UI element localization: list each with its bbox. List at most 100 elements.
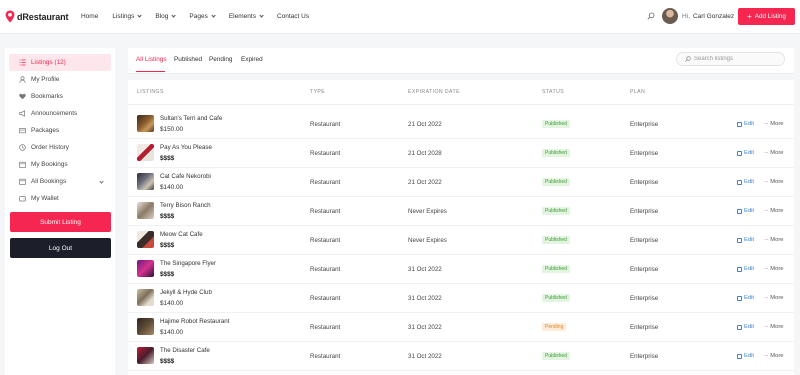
search-listings-input[interactable] bbox=[694, 56, 774, 62]
edit-listing-button[interactable]: Edit bbox=[737, 179, 754, 185]
more-options-button[interactable]: ··· More bbox=[764, 295, 784, 301]
nav-item-blog[interactable]: Blog bbox=[155, 13, 177, 20]
edit-label: Edit bbox=[744, 150, 754, 156]
listing-thumbnail[interactable] bbox=[137, 260, 154, 277]
search-listings-box[interactable] bbox=[676, 52, 785, 66]
sidebar-item-all-bookings[interactable]: All Bookings bbox=[9, 173, 111, 190]
listing-type: Restaurant bbox=[310, 150, 341, 157]
listing-title[interactable]: Hajime Robot Restaurant bbox=[160, 318, 229, 325]
listing-title[interactable]: Sultan's Terri and Cafe bbox=[160, 115, 222, 122]
edit-label: Edit bbox=[744, 324, 754, 330]
more-label: More bbox=[770, 353, 784, 359]
listing-title[interactable]: Cat Cafe Nekorobi bbox=[160, 173, 211, 180]
edit-icon bbox=[737, 150, 742, 156]
nav-item-pages[interactable]: Pages bbox=[189, 13, 216, 20]
tab-pending[interactable]: Pending bbox=[209, 56, 232, 63]
submit-listing-button[interactable]: Submit Listing bbox=[10, 212, 111, 232]
plus-icon: + bbox=[747, 11, 752, 21]
edit-listing-button[interactable]: Edit bbox=[737, 150, 754, 156]
top-header: dRestaurant Home Listings Blog Pages Ele… bbox=[0, 0, 800, 34]
listing-expiration: Never Expires bbox=[408, 208, 447, 215]
listing-plan: Enterprise bbox=[630, 179, 659, 186]
sidebar-item-label: All Bookings bbox=[31, 178, 67, 185]
listing-thumbnail[interactable] bbox=[137, 115, 154, 132]
listing-title[interactable]: Pay As You Please bbox=[160, 144, 212, 151]
search-icon[interactable] bbox=[647, 12, 655, 20]
sidebar-item-my-bookings[interactable]: My Bookings bbox=[9, 156, 111, 173]
edit-icon bbox=[737, 324, 742, 330]
sidebar-item-listings[interactable]: Listings (12) bbox=[9, 54, 111, 71]
table-row: The Disaster Cafe $$$$ Restaurant 31 Oct 20… bbox=[128, 342, 794, 371]
sidebar-item-label: My Profile bbox=[31, 76, 60, 83]
nav-item-listings[interactable]: Listings bbox=[112, 13, 143, 20]
more-label: More bbox=[770, 208, 784, 214]
edit-listing-button[interactable]: Edit bbox=[737, 266, 754, 272]
search-icon bbox=[685, 56, 691, 62]
listing-thumbnail[interactable] bbox=[137, 347, 154, 364]
active-tab-indicator bbox=[136, 71, 165, 72]
sidebar-item-my-profile[interactable]: My Profile bbox=[9, 71, 111, 88]
tab-expired[interactable]: Expired bbox=[241, 56, 263, 63]
sidebar-item-order-history[interactable]: Order History bbox=[9, 139, 111, 156]
more-options-button[interactable]: ··· More bbox=[764, 324, 784, 330]
tab-published[interactable]: Published bbox=[174, 56, 202, 63]
more-options-button[interactable]: ··· More bbox=[764, 179, 784, 185]
add-listing-button[interactable]: + Add Listing bbox=[738, 8, 795, 25]
listing-plan: Enterprise bbox=[630, 353, 659, 360]
table-row: Hajime Robot Restaurant $140.00 Restaurant… bbox=[128, 313, 794, 342]
user-greeting[interactable]: Hi, Carl Gonzalez bbox=[682, 13, 734, 20]
listing-plan: Enterprise bbox=[630, 295, 659, 302]
listing-plan: Enterprise bbox=[630, 208, 659, 215]
tab-all-listings[interactable]: All Listings bbox=[136, 56, 167, 63]
listing-title[interactable]: Jekyll & Hyde Club bbox=[160, 289, 212, 296]
more-options-button[interactable]: ··· More bbox=[764, 266, 784, 272]
edit-listing-button[interactable]: Edit bbox=[737, 324, 754, 330]
status-badge: Published bbox=[542, 352, 570, 360]
more-options-button[interactable]: ··· More bbox=[764, 353, 784, 359]
listing-price: $$$$ bbox=[160, 213, 175, 220]
edit-listing-button[interactable]: Edit bbox=[737, 208, 754, 214]
edit-listing-button[interactable]: Edit bbox=[737, 237, 754, 243]
more-options-button[interactable]: ··· More bbox=[764, 237, 784, 243]
sidebar-item-my-wallet[interactable]: My Wallet bbox=[9, 190, 111, 207]
edit-listing-button[interactable]: Edit bbox=[737, 295, 754, 301]
more-options-button[interactable]: ··· More bbox=[764, 150, 784, 156]
listing-thumbnail[interactable] bbox=[137, 144, 154, 161]
sidebar-item-announcements[interactable]: Announcements bbox=[9, 105, 111, 122]
listing-expiration: 31 Oct 2022 bbox=[408, 266, 442, 273]
edit-listing-button[interactable]: Edit bbox=[737, 353, 754, 359]
listing-title[interactable]: The Singapore Flyer bbox=[160, 260, 216, 267]
more-dots-icon: ··· bbox=[764, 121, 769, 127]
table-row: Pay As You Please $$$$ Restaurant 21 Oct 20… bbox=[128, 139, 794, 168]
more-options-button[interactable]: ··· More bbox=[764, 208, 784, 214]
user-avatar[interactable] bbox=[662, 8, 678, 24]
listing-type: Restaurant bbox=[310, 237, 341, 244]
listing-thumbnail[interactable] bbox=[137, 231, 154, 248]
status-badge: Published bbox=[542, 294, 570, 302]
listing-thumbnail[interactable] bbox=[137, 173, 154, 190]
listing-title[interactable]: Meow Cat Cafe bbox=[160, 231, 203, 238]
chevron-down-icon bbox=[259, 13, 264, 18]
log-out-button[interactable]: Log Out bbox=[10, 238, 111, 258]
brand-logo[interactable]: dRestaurant bbox=[5, 10, 69, 23]
nav-item-home[interactable]: Home bbox=[81, 13, 98, 20]
sidebar-item-packages[interactable]: Packages bbox=[9, 122, 111, 139]
listing-thumbnail[interactable] bbox=[137, 289, 154, 306]
listing-title[interactable]: The Disaster Cafe bbox=[160, 347, 210, 354]
more-label: More bbox=[770, 237, 784, 243]
sidebar-item-bookmarks[interactable]: Bookmarks bbox=[9, 88, 111, 105]
more-options-button[interactable]: ··· More bbox=[764, 121, 784, 127]
nav-item-contact[interactable]: Contact Us bbox=[277, 13, 309, 20]
sidebar-item-label: My Wallet bbox=[31, 195, 59, 202]
nav-label: Contact Us bbox=[276, 13, 310, 20]
nav-item-elements[interactable]: Elements bbox=[229, 13, 264, 20]
listing-thumbnail[interactable] bbox=[137, 202, 154, 219]
heart-icon bbox=[19, 93, 26, 100]
listing-title[interactable]: Terry Bison Ranch bbox=[160, 202, 211, 209]
edit-label: Edit bbox=[744, 295, 754, 301]
listing-type: Restaurant bbox=[310, 353, 341, 360]
nav-label: Home bbox=[81, 13, 99, 20]
listing-thumbnail[interactable] bbox=[137, 318, 154, 335]
edit-listing-button[interactable]: Edit bbox=[737, 121, 754, 127]
status-badge: Published bbox=[542, 149, 570, 157]
